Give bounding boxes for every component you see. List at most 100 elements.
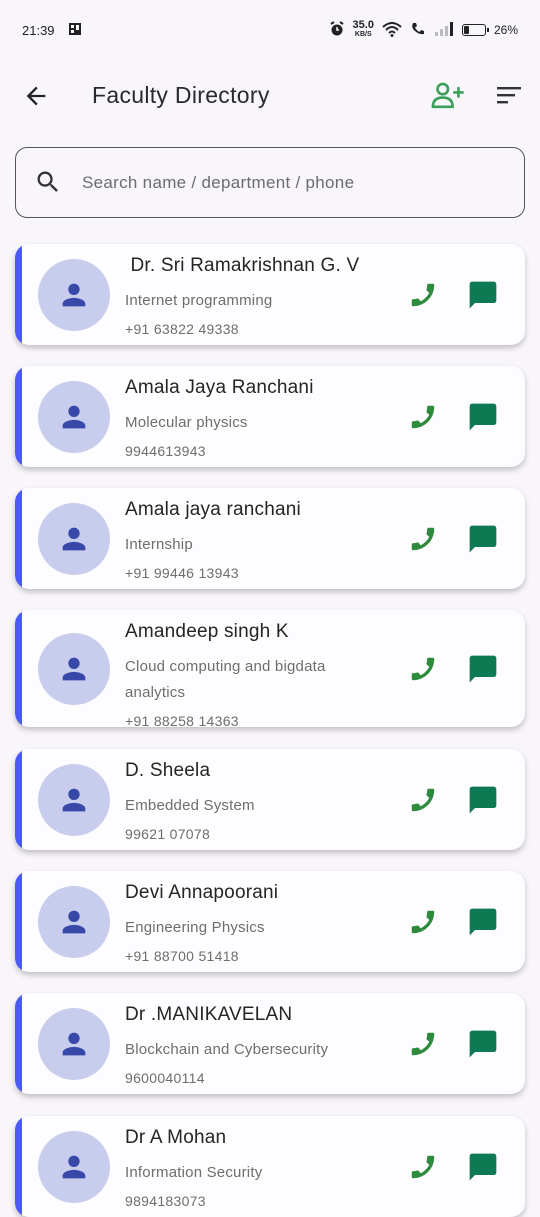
call-button[interactable] [408,785,438,815]
message-button[interactable] [467,1028,499,1060]
person-icon [62,283,86,306]
filter-icon [497,87,521,104]
add-faculty-button[interactable] [431,80,465,110]
net-speed-value: 35.0 [352,19,374,31]
net-speed: 35.0 KB/S [352,19,374,39]
arrow-back-icon [26,86,46,106]
card-accent-bar [15,366,22,467]
faculty-name: Devi Annapoorani [125,882,279,903]
person-icon [62,1032,86,1055]
faculty-department: Embedded System [125,797,255,814]
faculty-card[interactable]: Amala Jaya Ranchani Molecular physics 9944… [15,366,525,467]
faculty-info: Amala jaya ranchani Internship +91 99446 1… [125,498,375,586]
message-button[interactable] [467,401,499,433]
call-button[interactable] [408,654,438,684]
message-button[interactable] [467,784,499,816]
faculty-department: Information Security [125,1164,263,1181]
faculty-department: Internet programming [125,292,273,309]
wifi-call-icon [410,21,426,40]
message-icon [469,908,497,935]
call-button[interactable] [408,524,438,554]
phone-icon [411,527,435,550]
faculty-phone: +91 63822 49338 [125,321,239,337]
call-button[interactable] [408,1152,438,1182]
faculty-phone: 99621 07078 [125,826,211,842]
phone-icon [411,405,435,428]
card-accent-bar [15,993,22,1094]
status-left: 21:39 [22,21,83,40]
avatar [38,885,110,958]
phone-icon [411,1032,435,1055]
phone-icon [411,1155,435,1178]
faculty-card[interactable]: Dr A Mohan Information Security 9894183073 [15,1116,525,1217]
search-input[interactable] [80,148,502,217]
faculty-name: D. Sheela [125,760,211,781]
avatar [38,763,110,836]
faculty-phone: 9894183073 [125,1193,206,1209]
card-accent-bar [15,749,22,850]
faculty-info: D. Sheela Embedded System 99621 07078 [125,759,375,847]
card-accent-bar [15,488,22,589]
faculty-card[interactable]: Amandeep singh K Cloud computing and bigd… [15,610,525,727]
avatar [38,1130,110,1203]
faculty-card[interactable]: Dr .MANIKAVELAN Blockchain and Cybersecur… [15,993,525,1094]
wifi-icon [382,21,402,40]
avatar [38,502,110,575]
card-accent-bar [15,244,22,345]
faculty-card[interactable]: Amala jaya ranchani Internship +91 99446 1… [15,488,525,589]
sort-filter-button[interactable] [496,84,522,106]
faculty-name: Amandeep singh K [125,621,289,642]
signal-icon [434,21,454,40]
faculty-department: Cloud computing and bigdata analytics [125,658,326,701]
alarm-icon [329,20,345,40]
faculty-name: Amala jaya ranchani [125,499,301,520]
message-icon [469,403,497,430]
person-icon [62,657,86,680]
faculty-department: Molecular physics [125,414,248,431]
card-accent-bar [15,871,22,972]
message-button[interactable] [467,523,499,555]
status-time: 21:39 [22,22,55,38]
message-icon [469,525,497,552]
search-box[interactable] [15,147,525,218]
message-icon [469,281,497,308]
message-button[interactable] [467,1151,499,1183]
person-icon [62,405,86,428]
avatar [38,258,110,331]
call-button[interactable] [408,907,438,937]
card-accent-bar [15,610,22,727]
faculty-info: Amala Jaya Ranchani Molecular physics 9944… [125,376,375,464]
faculty-card[interactable]: D. Sheela Embedded System 99621 07078 [15,749,525,850]
search-icon [37,171,58,192]
message-button[interactable] [467,906,499,938]
faculty-department: Blockchain and Cybersecurity [125,1041,329,1058]
call-button[interactable] [408,402,438,432]
net-speed-unit: KB/S [354,31,372,38]
faculty-department: Engineering Physics [125,919,265,936]
call-button[interactable] [408,1029,438,1059]
avatar [38,632,110,705]
faculty-card[interactable]: Devi Annapoorani Engineering Physics +91 8… [15,871,525,972]
message-icon [469,1030,497,1057]
faculty-phone: +91 88258 14363 [125,713,239,727]
status-right: 35.0 KB/S 26% [329,19,518,40]
phone-icon [411,788,435,811]
faculty-name: Dr .MANIKAVELAN [125,1004,293,1025]
app-bar: Faculty Directory [0,62,540,130]
back-button[interactable] [22,82,50,110]
phone-icon [411,657,435,680]
notification-icon [67,21,83,40]
person-icon [62,1155,86,1178]
message-button[interactable] [467,653,499,685]
message-button[interactable] [467,279,499,311]
faculty-card[interactable]: Dr. Sri Ramakrishnan G. V Internet progra… [15,244,525,345]
card-accent-bar [15,1116,22,1217]
faculty-phone: +91 88700 51418 [125,948,239,964]
faculty-name: Amala Jaya Ranchani [125,377,314,398]
call-button[interactable] [408,280,438,310]
faculty-info: Dr A Mohan Information Security 9894183073 [125,1126,375,1214]
phone-icon [411,910,435,933]
faculty-info: Dr. Sri Ramakrishnan G. V Internet progra… [125,254,375,342]
faculty-name: Dr. Sri Ramakrishnan G. V [125,255,360,276]
avatar [38,1007,110,1080]
